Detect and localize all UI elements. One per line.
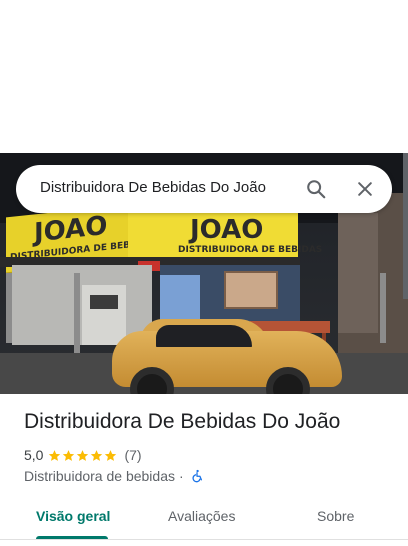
search-button[interactable]	[302, 175, 330, 203]
storefront-door	[82, 285, 126, 345]
scroll-edge	[403, 153, 408, 299]
clear-search-button[interactable]	[351, 175, 379, 203]
rating-row[interactable]: 5,0 (7)	[24, 446, 142, 464]
pole	[74, 273, 80, 363]
pole	[380, 273, 386, 343]
separator-dot: ·	[178, 468, 184, 484]
tab-about[interactable]: Sobre	[317, 508, 354, 524]
pole	[6, 273, 12, 343]
tabs-divider	[0, 539, 408, 540]
sign-right-logo: JOAO	[190, 215, 264, 245]
tab-overview[interactable]: Visão geral	[36, 508, 110, 524]
search-input[interactable]: Distribuidora De Bebidas Do João	[40, 179, 266, 196]
category-row: Distribuidora de bebidas ·	[24, 467, 204, 485]
star-icon	[105, 449, 117, 461]
sign-right-subtitle: DISTRIBUIDORA DE BEBIDAS	[178, 245, 323, 255]
place-info: Distribuidora De Bebidas Do João 5,0 (7)…	[0, 394, 408, 546]
search-icon	[307, 180, 326, 199]
place-page: JOAO DISTRIBUIDORA DE BEBIDAS JOAO DISTR…	[0, 0, 408, 546]
star-icon	[91, 449, 103, 461]
storefront-sign-right: JOAO DISTRIBUIDORA DE BEBIDAS	[128, 213, 322, 263]
place-title: Distribuidora De Bebidas Do João	[24, 410, 341, 433]
place-tabs: Visão geral Avaliações Sobre	[0, 498, 408, 546]
tab-reviews[interactable]: Avaliações	[168, 508, 235, 524]
storefront-poster	[90, 295, 118, 309]
star-icon	[49, 449, 61, 461]
car-window	[156, 325, 252, 347]
star-icon	[63, 449, 75, 461]
rating-stars	[48, 449, 118, 462]
close-icon	[358, 182, 372, 196]
sign-left-logo: JOAO	[34, 210, 108, 249]
wall-mural	[224, 271, 278, 309]
star-icon	[77, 449, 89, 461]
place-category[interactable]: Distribuidora de bebidas	[24, 468, 175, 484]
review-count[interactable]: (7)	[124, 447, 141, 463]
search-bar[interactable]: Distribuidora De Bebidas Do João	[16, 165, 392, 213]
wheelchair-icon	[192, 469, 202, 483]
photo-wall-detail	[338, 213, 378, 333]
rating-value: 5,0	[24, 447, 44, 463]
